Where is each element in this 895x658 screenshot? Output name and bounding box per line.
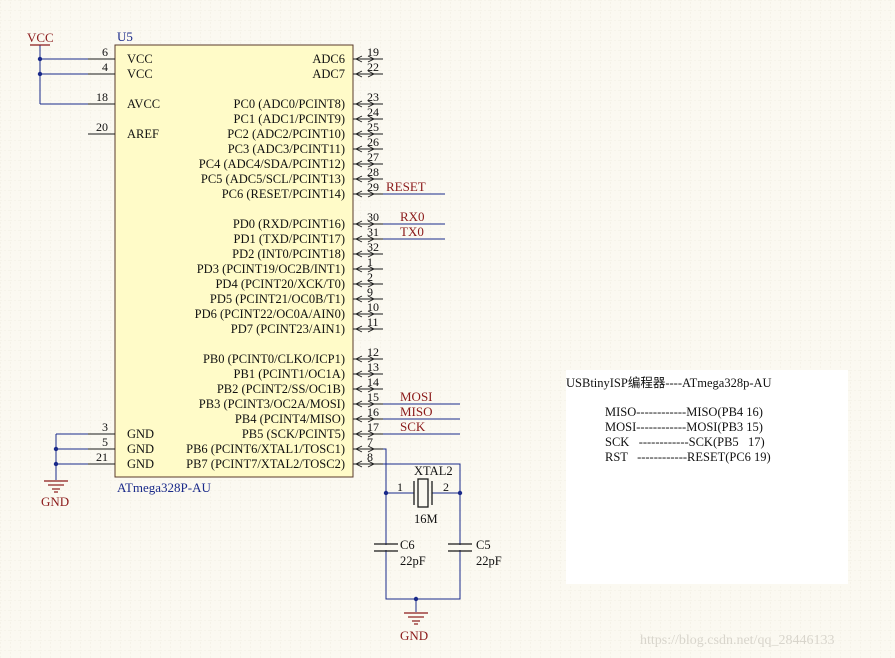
pin-number: 21 (96, 450, 108, 464)
pin-name: PC6 (RESET/PCINT14) (222, 187, 345, 201)
pin-name: PD4 (PCINT20/XCK/T0) (215, 277, 345, 291)
pin-name: PD5 (PCINT21/OC0B/T1) (210, 292, 345, 306)
pin-number: 18 (96, 90, 108, 104)
junction-dot (383, 490, 389, 496)
note-line-mosi: MOSI------------MOSI(PB3 15) (605, 420, 763, 434)
net-label-miso: MISO (400, 404, 433, 419)
pin-number: 14 (367, 375, 379, 389)
pin-name: VCC (127, 52, 153, 66)
pin-name: PB4 (PCINT4/MISO) (235, 412, 345, 426)
pin-number: 26 (367, 135, 379, 149)
pin-name: PD3 (PCINT19/OC2B/INT1) (197, 262, 345, 276)
crystal-value: 16M (414, 512, 438, 526)
pin-name: PB1 (PCINT1/OC1A) (234, 367, 345, 381)
pin-number: 28 (367, 165, 379, 179)
vcc-label: VCC (27, 30, 54, 45)
chip-designator: U5 (117, 29, 133, 44)
note-line-rst: RST ------------RESET(PC6 19) (605, 450, 771, 464)
c6-value: 22pF (400, 554, 426, 568)
pin-number: 22 (367, 60, 379, 74)
c5-value: 22pF (476, 554, 502, 568)
pin-name: PD6 (PCINT22/OC0A/AIN0) (195, 307, 345, 321)
junction-dot (457, 490, 463, 496)
pin-number: 23 (367, 90, 379, 104)
pin-name: PB0 (PCINT0/CLKO/ICP1) (203, 352, 345, 366)
schematic-canvas: U5 ATmega328P-AU 6 VCC4 VCC18 AVCC20 AREF3 GN… (0, 0, 895, 658)
pin-number: 2 (367, 270, 373, 284)
pin-number: 27 (367, 150, 379, 164)
pin-number: 20 (96, 120, 108, 134)
crystal-pin1: 1 (397, 480, 403, 494)
junction-dot (53, 446, 59, 452)
pin-number: 5 (102, 435, 108, 449)
pin-name: GND (127, 457, 154, 471)
pin-name: PC4 (ADC4/SDA/PCINT12) (199, 157, 345, 171)
net-label-mosi: MOSI (400, 389, 433, 404)
pin-number: 6 (102, 45, 108, 59)
note-line-miso: MISO------------MISO(PB4 16) (605, 405, 763, 419)
pin-name: PD0 (RXD/PCINT16) (233, 217, 345, 231)
pin-name: PC2 (ADC2/PCINT10) (227, 127, 345, 141)
note-box (566, 370, 848, 584)
pin-name: PD2 (INT0/PCINT18) (232, 247, 345, 261)
pin-number: 17 (367, 420, 379, 434)
pin-name: GND (127, 442, 154, 456)
pin-name: PC5 (ADC5/SCL/PCINT13) (201, 172, 345, 186)
pin-number: 9 (367, 285, 373, 299)
net-label-tx0: TX0 (400, 224, 424, 239)
pin-number: 30 (367, 210, 379, 224)
chip-part-number: ATmega328P-AU (117, 480, 211, 495)
pin-number: 15 (367, 390, 379, 404)
pin-name: ADC7 (312, 67, 345, 81)
pin-number: 32 (367, 240, 379, 254)
pin-number: 16 (367, 405, 379, 419)
pin-name: PC3 (ADC3/PCINT11) (228, 142, 345, 156)
pin-number: 4 (102, 60, 108, 74)
gnd-bottom-label: GND (400, 628, 428, 643)
note-line-sck: SCK ------------SCK(PB5 17) (605, 435, 765, 449)
pin-name: VCC (127, 67, 153, 81)
pin-number: 1 (367, 255, 373, 269)
pin-number: 8 (367, 450, 373, 464)
cap-gap (457, 545, 463, 550)
pin-number: 7 (367, 435, 373, 449)
pin-number: 11 (367, 315, 379, 329)
pin-name: PB2 (PCINT2/SS/OC1B) (217, 382, 345, 396)
pin-number: 29 (367, 180, 379, 194)
pin-name: PC1 (ADC1/PCINT9) (234, 112, 345, 126)
pin-name: PD1 (TXD/PCINT17) (234, 232, 345, 246)
pin-name: PD7 (PCINT23/AIN1) (231, 322, 345, 336)
pin-number: 3 (102, 420, 108, 434)
note-title: USBtinyISP编程器----ATmega328p-AU (566, 375, 772, 390)
pin-number: 25 (367, 120, 379, 134)
c6-designator: C6 (400, 538, 415, 552)
net-label-reset: RESET (386, 179, 426, 194)
net-label-sck: SCK (400, 419, 426, 434)
pin-name: AVCC (127, 97, 160, 111)
c5-designator: C5 (476, 538, 491, 552)
pin-number: 12 (367, 345, 379, 359)
pin-name: GND (127, 427, 154, 441)
cap-gap (383, 545, 389, 550)
pin-name: PB6 (PCINT6/XTAL1/TOSC1) (186, 442, 345, 456)
pin-number: 19 (367, 45, 379, 59)
pin-name: PB7 (PCINT7/XTAL2/TOSC2) (186, 457, 345, 471)
crystal-designator: XTAL2 (414, 464, 453, 478)
pin-name: PB3 (PCINT3/OC2A/MOSI) (199, 397, 345, 411)
gnd-left-label: GND (41, 494, 69, 509)
pin-number: 24 (367, 105, 379, 119)
pin-name: PC0 (ADC0/PCINT8) (234, 97, 345, 111)
pin-number: 13 (367, 360, 379, 374)
net-label-rx0: RX0 (400, 209, 425, 224)
pin-name: AREF (127, 127, 159, 141)
junction-dot (53, 461, 59, 467)
pin-number: 31 (367, 225, 379, 239)
pin-number: 10 (367, 300, 379, 314)
junction-dot (413, 596, 419, 602)
pin-name: PB5 (SCK/PCINT5) (242, 427, 345, 441)
watermark: https://blog.csdn.net/qq_28446133 (640, 633, 834, 648)
crystal-pin2: 2 (443, 480, 449, 494)
pin-name: ADC6 (312, 52, 345, 66)
